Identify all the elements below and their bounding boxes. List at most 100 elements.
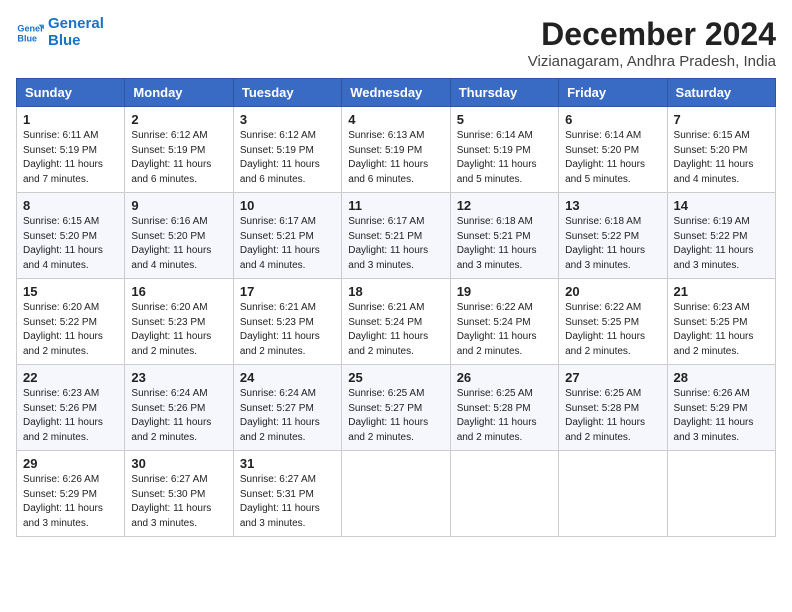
header-wednesday: Wednesday — [342, 79, 450, 107]
table-cell: 7Sunrise: 6:15 AM Sunset: 5:20 PM Daylig… — [667, 107, 775, 193]
calendar-header-row: SundayMondayTuesdayWednesdayThursdayFrid… — [17, 79, 776, 107]
cell-details: Sunrise: 6:26 AM Sunset: 5:29 PM Dayligh… — [23, 473, 118, 531]
cell-details: Sunrise: 6:15 AM Sunset: 5:20 PM Dayligh… — [23, 215, 118, 273]
day-number: 3 — [240, 112, 335, 127]
logo[interactable]: General Blue General Blue — [16, 16, 104, 49]
month-title: December 2024 — [528, 16, 776, 53]
table-cell: 2 Sunrise: 6:12 AM Sunset: 5:19 PM Daylig… — [125, 107, 233, 193]
table-cell: 22 Sunrise: 6:23 AM Sunset: 5:26 PM Dayli… — [17, 365, 125, 451]
header-saturday: Saturday — [667, 79, 775, 107]
table-cell: 25 Sunrise: 6:25 AM Sunset: 5:27 PM Dayli… — [342, 365, 450, 451]
day-number: 6 — [565, 112, 660, 127]
table-cell: 27 Sunrise: 6:25 AM Sunset: 5:28 PM Dayli… — [559, 365, 667, 451]
header-tuesday: Tuesday — [233, 79, 341, 107]
week-row-3: 15Sunrise: 6:20 AM Sunset: 5:22 PM Dayli… — [17, 279, 776, 365]
day-number: 16 — [131, 284, 226, 299]
day-number: 11 — [348, 198, 443, 213]
table-cell: 29 Sunrise: 6:26 AM Sunset: 5:29 PM Dayli… — [17, 451, 125, 537]
header-sunday: Sunday — [17, 79, 125, 107]
table-cell: 13 Sunrise: 6:18 AM Sunset: 5:22 PM Dayli… — [559, 193, 667, 279]
cell-details: Sunrise: 6:20 AM Sunset: 5:22 PM Dayligh… — [23, 301, 118, 359]
cell-details: Sunrise: 6:24 AM Sunset: 5:27 PM Dayligh… — [240, 387, 335, 445]
day-number: 4 — [348, 112, 443, 127]
cell-details: Sunrise: 6:17 AM Sunset: 5:21 PM Dayligh… — [240, 215, 335, 273]
day-number: 20 — [565, 284, 660, 299]
table-cell: 12 Sunrise: 6:18 AM Sunset: 5:21 PM Dayli… — [450, 193, 558, 279]
cell-details: Sunrise: 6:12 AM Sunset: 5:19 PM Dayligh… — [240, 129, 335, 187]
page-header: General Blue General Blue December 2024 … — [16, 16, 776, 70]
day-number: 9 — [131, 198, 226, 213]
table-cell: 31Sunrise: 6:27 AM Sunset: 5:31 PM Dayli… — [233, 451, 341, 537]
day-number: 28 — [674, 370, 769, 385]
table-cell: 21Sunrise: 6:23 AM Sunset: 5:25 PM Dayli… — [667, 279, 775, 365]
table-cell: 6Sunrise: 6:14 AM Sunset: 5:20 PM Daylig… — [559, 107, 667, 193]
day-number: 17 — [240, 284, 335, 299]
table-cell: 8 Sunrise: 6:15 AM Sunset: 5:20 PM Daylig… — [17, 193, 125, 279]
day-number: 5 — [457, 112, 552, 127]
day-number: 8 — [23, 198, 118, 213]
table-cell: 19 Sunrise: 6:22 AM Sunset: 5:24 PM Dayli… — [450, 279, 558, 365]
cell-details: Sunrise: 6:19 AM Sunset: 5:22 PM Dayligh… — [674, 215, 769, 273]
day-number: 14 — [674, 198, 769, 213]
table-cell: 23 Sunrise: 6:24 AM Sunset: 5:26 PM Dayli… — [125, 365, 233, 451]
table-cell — [450, 451, 558, 537]
logo-line1: General — [48, 16, 104, 33]
title-block: December 2024 Vizianagaram, Andhra Prade… — [528, 16, 776, 70]
cell-details: Sunrise: 6:25 AM Sunset: 5:27 PM Dayligh… — [348, 387, 443, 445]
day-number: 27 — [565, 370, 660, 385]
table-cell — [559, 451, 667, 537]
table-cell: 15Sunrise: 6:20 AM Sunset: 5:22 PM Dayli… — [17, 279, 125, 365]
table-cell: 5 Sunrise: 6:14 AM Sunset: 5:19 PM Daylig… — [450, 107, 558, 193]
table-cell: 3 Sunrise: 6:12 AM Sunset: 5:19 PM Daylig… — [233, 107, 341, 193]
cell-details: Sunrise: 6:16 AM Sunset: 5:20 PM Dayligh… — [131, 215, 226, 273]
header-friday: Friday — [559, 79, 667, 107]
table-cell: 30Sunrise: 6:27 AM Sunset: 5:30 PM Dayli… — [125, 451, 233, 537]
table-cell: 18Sunrise: 6:21 AM Sunset: 5:24 PM Dayli… — [342, 279, 450, 365]
day-number: 25 — [348, 370, 443, 385]
cell-details: Sunrise: 6:21 AM Sunset: 5:23 PM Dayligh… — [240, 301, 335, 359]
week-row-5: 29 Sunrise: 6:26 AM Sunset: 5:29 PM Dayli… — [17, 451, 776, 537]
calendar-table: SundayMondayTuesdayWednesdayThursdayFrid… — [16, 78, 776, 537]
cell-details: Sunrise: 6:23 AM Sunset: 5:25 PM Dayligh… — [674, 301, 769, 359]
week-row-2: 8 Sunrise: 6:15 AM Sunset: 5:20 PM Daylig… — [17, 193, 776, 279]
table-cell — [342, 451, 450, 537]
table-cell: 10Sunrise: 6:17 AM Sunset: 5:21 PM Dayli… — [233, 193, 341, 279]
cell-details: Sunrise: 6:26 AM Sunset: 5:29 PM Dayligh… — [674, 387, 769, 445]
day-number: 23 — [131, 370, 226, 385]
cell-details: Sunrise: 6:20 AM Sunset: 5:23 PM Dayligh… — [131, 301, 226, 359]
cell-details: Sunrise: 6:15 AM Sunset: 5:20 PM Dayligh… — [674, 129, 769, 187]
day-number: 24 — [240, 370, 335, 385]
cell-details: Sunrise: 6:27 AM Sunset: 5:30 PM Dayligh… — [131, 473, 226, 531]
table-cell: 14 Sunrise: 6:19 AM Sunset: 5:22 PM Dayli… — [667, 193, 775, 279]
table-cell: 4 Sunrise: 6:13 AM Sunset: 5:19 PM Daylig… — [342, 107, 450, 193]
logo-line2: Blue — [48, 33, 104, 50]
header-monday: Monday — [125, 79, 233, 107]
day-number: 2 — [131, 112, 226, 127]
table-cell: 28 Sunrise: 6:26 AM Sunset: 5:29 PM Dayli… — [667, 365, 775, 451]
cell-details: Sunrise: 6:12 AM Sunset: 5:19 PM Dayligh… — [131, 129, 226, 187]
cell-details: Sunrise: 6:25 AM Sunset: 5:28 PM Dayligh… — [565, 387, 660, 445]
cell-details: Sunrise: 6:13 AM Sunset: 5:19 PM Dayligh… — [348, 129, 443, 187]
cell-details: Sunrise: 6:17 AM Sunset: 5:21 PM Dayligh… — [348, 215, 443, 273]
table-cell: 20 Sunrise: 6:22 AM Sunset: 5:25 PM Dayli… — [559, 279, 667, 365]
table-cell: 1Sunrise: 6:11 AM Sunset: 5:19 PM Daylig… — [17, 107, 125, 193]
cell-details: Sunrise: 6:18 AM Sunset: 5:22 PM Dayligh… — [565, 215, 660, 273]
cell-details: Sunrise: 6:14 AM Sunset: 5:19 PM Dayligh… — [457, 129, 552, 187]
day-number: 13 — [565, 198, 660, 213]
cell-details: Sunrise: 6:24 AM Sunset: 5:26 PM Dayligh… — [131, 387, 226, 445]
table-cell: 26Sunrise: 6:25 AM Sunset: 5:28 PM Dayli… — [450, 365, 558, 451]
header-thursday: Thursday — [450, 79, 558, 107]
day-number: 12 — [457, 198, 552, 213]
day-number: 22 — [23, 370, 118, 385]
table-cell: 16 Sunrise: 6:20 AM Sunset: 5:23 PM Dayli… — [125, 279, 233, 365]
cell-details: Sunrise: 6:18 AM Sunset: 5:21 PM Dayligh… — [457, 215, 552, 273]
day-number: 19 — [457, 284, 552, 299]
cell-details: Sunrise: 6:22 AM Sunset: 5:25 PM Dayligh… — [565, 301, 660, 359]
cell-details: Sunrise: 6:22 AM Sunset: 5:24 PM Dayligh… — [457, 301, 552, 359]
table-cell: 17 Sunrise: 6:21 AM Sunset: 5:23 PM Dayli… — [233, 279, 341, 365]
location: Vizianagaram, Andhra Pradesh, India — [528, 53, 776, 70]
svg-text:Blue: Blue — [17, 33, 37, 43]
day-number: 29 — [23, 456, 118, 471]
day-number: 18 — [348, 284, 443, 299]
cell-details: Sunrise: 6:23 AM Sunset: 5:26 PM Dayligh… — [23, 387, 118, 445]
